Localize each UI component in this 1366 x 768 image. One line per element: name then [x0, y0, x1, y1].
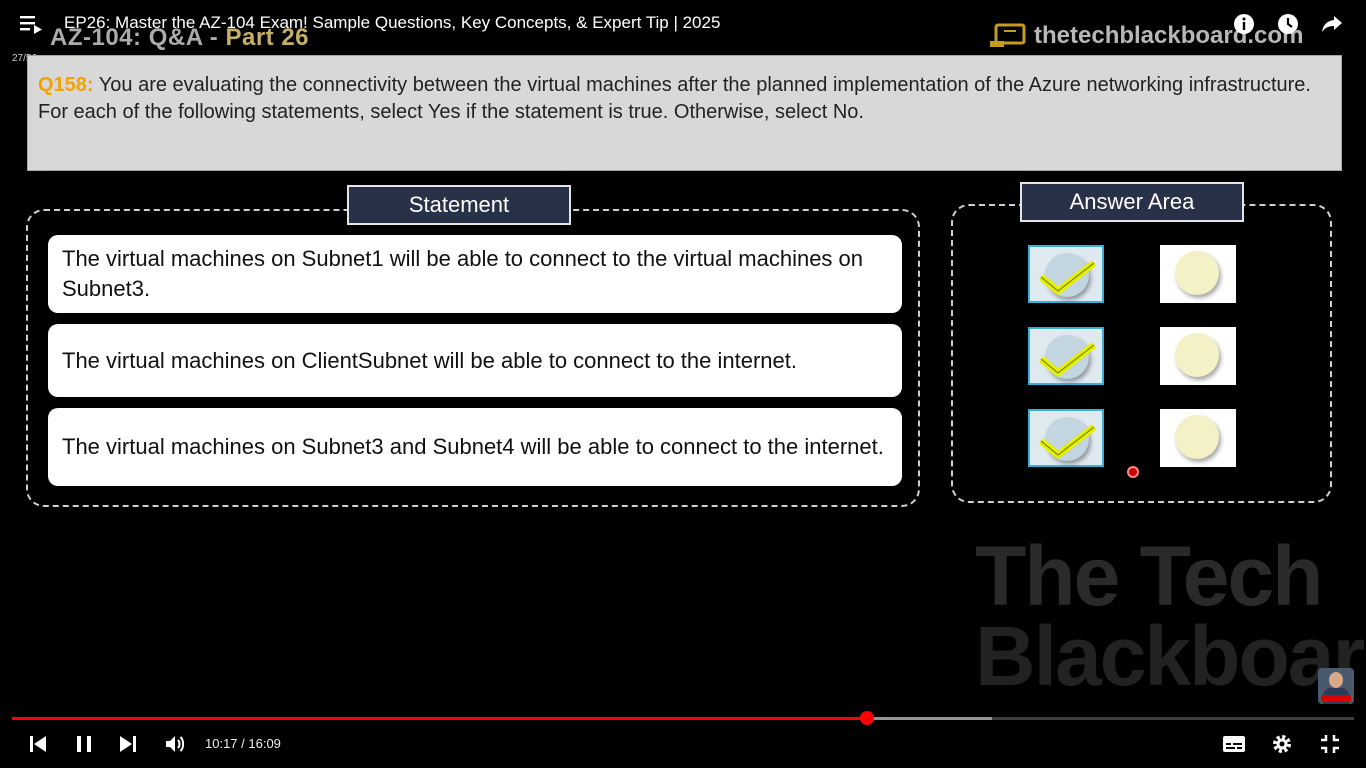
answer-header: Answer Area [1020, 182, 1244, 222]
watermark-text: Blackboard [975, 609, 1366, 703]
question-text: You are evaluating the connectivity betw… [93, 74, 1311, 96]
question-number: Q158: [38, 74, 94, 96]
answer-yes-3[interactable] [1028, 409, 1104, 467]
watch-later-icon[interactable] [1276, 12, 1300, 36]
part-title: AZ-104: Q&A - Part 26 [50, 24, 309, 52]
subtitles-icon[interactable] [1222, 732, 1246, 756]
answer-no-1[interactable] [1160, 245, 1236, 303]
next-icon[interactable] [116, 732, 140, 756]
statement-item: The virtual machines on ClientSubnet wil… [48, 324, 902, 397]
previous-icon[interactable] [26, 732, 50, 756]
option-disk [1175, 415, 1219, 459]
answer-panel [951, 204, 1332, 503]
pause-icon[interactable] [72, 732, 96, 756]
question-instruction: For each of the following statements, se… [38, 101, 864, 123]
exit-fullscreen-icon[interactable] [1318, 732, 1342, 756]
info-icon[interactable] [1232, 12, 1256, 36]
share-icon[interactable] [1320, 12, 1344, 36]
checkmark-icon [1038, 260, 1097, 295]
volume-icon[interactable] [163, 732, 187, 756]
progress-scrubber[interactable] [859, 711, 874, 725]
statement-header: Statement [347, 185, 571, 225]
checkmark-icon [1038, 424, 1097, 459]
answer-yes-2[interactable] [1028, 327, 1104, 385]
question-box: Q158: You are evaluating the connectivit… [27, 55, 1342, 171]
mouse-cursor-indicator [1127, 466, 1139, 478]
blackboard-logo-icon [990, 23, 1026, 47]
playlist-icon[interactable] [20, 14, 42, 34]
progress-played [12, 717, 867, 720]
answer-yes-1[interactable] [1028, 245, 1104, 303]
part-title-main: AZ-104: Q&A - [50, 24, 226, 51]
statement-item: The virtual machines on Subnet3 and Subn… [48, 408, 902, 486]
option-disk [1175, 251, 1219, 295]
answer-no-3[interactable] [1160, 409, 1236, 467]
settings-icon[interactable] [1270, 732, 1294, 756]
time-display: 10:17 / 16:09 [205, 736, 281, 751]
option-disk [1175, 333, 1219, 377]
part-title-accent: Part 26 [225, 24, 310, 51]
channel-avatar[interactable] [1318, 668, 1354, 704]
answer-no-2[interactable] [1160, 327, 1236, 385]
statement-item: The virtual machines on Subnet1 will be … [48, 235, 902, 313]
checkmark-icon [1038, 342, 1097, 377]
